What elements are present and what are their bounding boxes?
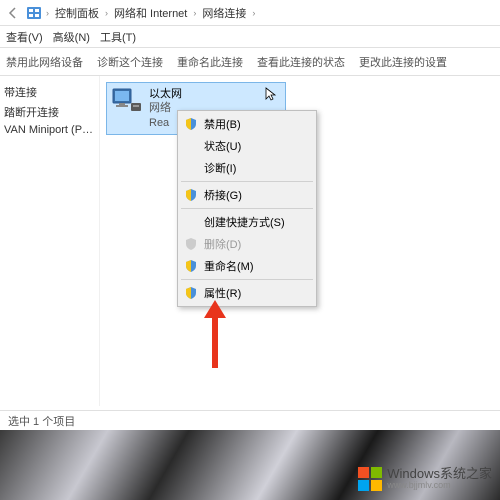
ctx-label: 重命名(M): [204, 258, 254, 274]
watermark: Windows系统之家 www.bjjmlv.com: [357, 466, 492, 492]
menu-tools[interactable]: 工具(T): [100, 29, 136, 45]
tool-status[interactable]: 查看此连接的状态: [257, 54, 345, 70]
tool-diagnose[interactable]: 诊断这个连接: [97, 54, 163, 70]
windows-logo-icon: [357, 466, 383, 492]
separator: [181, 181, 313, 182]
shield-icon: [184, 259, 198, 273]
toolbar: 禁用此网络设备 诊断这个连接 重命名此连接 查看此连接的状态 更改此连接的设置: [0, 48, 500, 76]
sidebar-item[interactable]: 踏断开连接: [4, 102, 95, 122]
ctx-label: 属性(R): [204, 285, 241, 301]
shield-icon: [184, 188, 198, 202]
watermark-url: www.bjjmlv.com: [387, 481, 492, 491]
ctx-label: 删除(D): [204, 236, 241, 252]
ctx-label: 禁用(B): [204, 116, 241, 132]
sidebar: 带连接 踏断开连接 VAN Miniport (PPPOE): [0, 76, 100, 406]
chevron-right-icon: ›: [46, 8, 49, 18]
tool-settings[interactable]: 更改此连接的设置: [359, 54, 447, 70]
status-bar: 选中 1 个项目: [0, 410, 500, 430]
shield-icon: [184, 117, 198, 131]
control-panel-icon: [26, 5, 42, 21]
chevron-right-icon: ›: [105, 8, 108, 18]
sidebar-item[interactable]: VAN Miniport (PPPOE): [4, 122, 95, 138]
chevron-right-icon: ›: [193, 8, 196, 18]
tool-disable[interactable]: 禁用此网络设备: [6, 54, 83, 70]
ethernet-icon: [111, 87, 143, 115]
ctx-diagnose[interactable]: 诊断(I): [180, 157, 314, 179]
shield-icon: [184, 286, 198, 300]
address-bar: › 控制面板 › 网络和 Internet › 网络连接 ›: [0, 0, 500, 26]
menu-advanced[interactable]: 高级(N): [53, 29, 90, 45]
breadcrumb[interactable]: › 控制面板 › 网络和 Internet › 网络连接 ›: [46, 3, 255, 23]
menu-bar: 查看(V) 高级(N) 工具(T): [0, 26, 500, 48]
separator: [181, 208, 313, 209]
ctx-delete: 删除(D): [180, 233, 314, 255]
ctx-label: 桥接(G): [204, 187, 242, 203]
chevron-right-icon: ›: [252, 8, 255, 18]
ctx-disable[interactable]: 禁用(B): [180, 113, 314, 135]
menu-view[interactable]: 查看(V): [6, 29, 43, 45]
shield-icon: [184, 237, 198, 251]
ctx-shortcut[interactable]: 创建快捷方式(S): [180, 211, 314, 233]
breadcrumb-mid[interactable]: 网络和 Internet: [110, 3, 191, 23]
watermark-title: Windows系统之家: [387, 467, 492, 481]
ctx-label: 创建快捷方式(S): [204, 214, 285, 230]
context-menu: 禁用(B) 状态(U) 诊断(I) 桥接(G) 创建快捷方式(S) 删除(D) …: [177, 110, 317, 307]
separator: [181, 279, 313, 280]
ctx-bridge[interactable]: 桥接(G): [180, 184, 314, 206]
breadcrumb-root[interactable]: 控制面板: [51, 3, 103, 23]
sidebar-item[interactable]: 带连接: [4, 82, 95, 102]
ctx-label: 诊断(I): [204, 160, 236, 176]
ctx-properties[interactable]: 属性(R): [180, 282, 314, 304]
tool-rename[interactable]: 重命名此连接: [177, 54, 243, 70]
status-text: 选中 1 个项目: [8, 413, 75, 429]
breadcrumb-leaf[interactable]: 网络连接: [198, 3, 250, 23]
adapter-name: 以太网: [149, 87, 182, 101]
ctx-label: 状态(U): [204, 138, 241, 154]
back-button[interactable]: [4, 4, 22, 22]
ctx-rename[interactable]: 重命名(M): [180, 255, 314, 277]
ctx-status[interactable]: 状态(U): [180, 135, 314, 157]
